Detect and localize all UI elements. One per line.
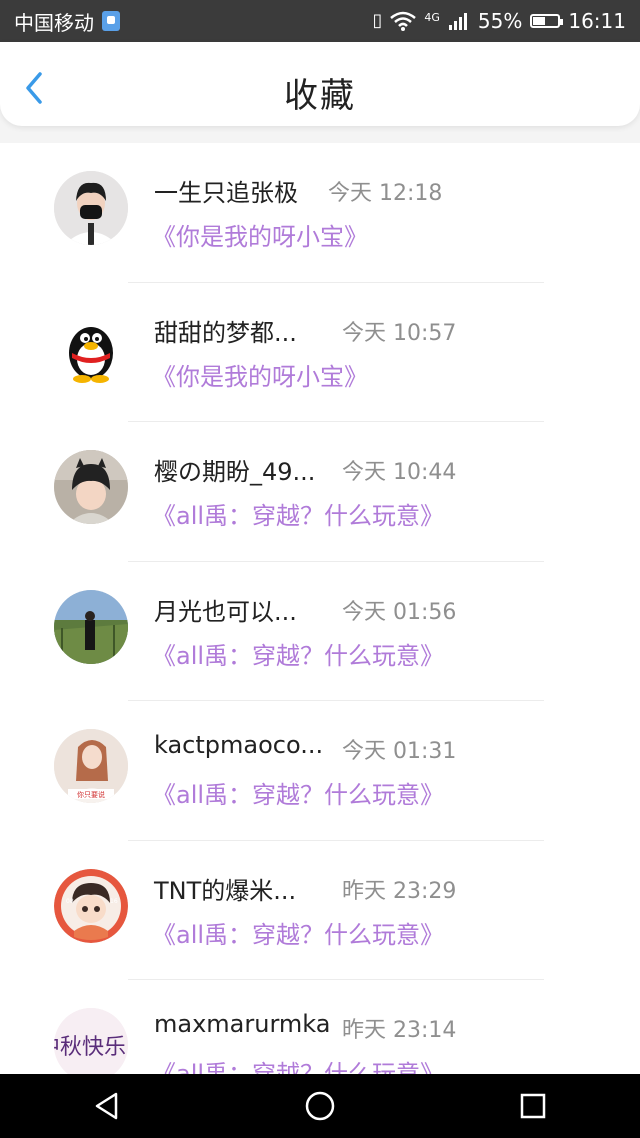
list-item[interactable]: 中秋快乐 maxmarurmka 昨天 23:14 《all禹：穿越？什么玩意》 [0,980,640,1074]
avatar [54,589,128,664]
clock: 16:11 [568,9,626,33]
wifi-icon [390,11,417,31]
avatar-caption: 中秋快乐 [54,1035,126,1060]
user-name: maxmarurmka [154,1010,331,1038]
user-name: 樱の期盼_49... [154,458,316,486]
svg-text:08: 08 [66,898,74,905]
book-title: 《all禹：穿越？什么玩意》 [152,781,445,809]
list-item[interactable]: 一生只追张极 今天 12:18 《你是我的呀小宝》 [0,143,640,283]
qq-penguin-icon [69,326,113,383]
avatar-girl-photo: 你只要说 [54,729,128,803]
book-title: 《all禹：穿越？什么玩意》 [152,641,445,670]
user-name: 甜甜的梦都... [154,318,297,347]
svg-text:16: 16 [110,898,118,905]
avatar-boy-mask [54,171,128,245]
list-item[interactable]: 你只要说 kactpmaoco... 今天 01:31 《all禹：穿越？什么玩… [0,701,640,841]
book-title: 《你是我的呀小宝》 [152,223,368,251]
list-item[interactable]: 08 16 TNT的爆米... 昨天 23:29 《all禹：穿越？什么玩意》 [0,841,640,980]
user-name: kactpmaoco... [154,731,324,759]
security-shield-icon [102,11,120,31]
back-triangle-icon [95,1092,117,1120]
avatar: 你只要说 [54,729,128,803]
carrier-label: 中国移动 [14,10,94,35]
system-nav-bar [0,1074,640,1138]
timestamp: 今天 01:31 [342,739,457,764]
timestamp: 昨天 23:14 [342,1018,457,1043]
avatar [54,171,128,245]
book-title: 《你是我的呀小宝》 [152,362,368,391]
battery-icon [530,14,564,28]
timestamp: 昨天 23:29 [342,878,457,904]
avatar-man-field [54,589,128,664]
avatar-cartoon-boy: 08 16 [54,868,128,943]
signal-icon [448,13,467,30]
book-title: 《all禹：穿越？什么玩意》 [152,1060,445,1074]
svg-text:你只要说: 你只要说 [77,790,105,799]
network-type-label: 4G [424,11,440,24]
battery-percent: 55% [477,9,523,33]
avatar-mid-autumn: 中秋快乐 [54,1008,128,1074]
user-name: TNT的爆米... [154,876,297,905]
book-title: 《all禹：穿越？什么玩意》 [152,502,445,530]
page-title: 收藏 [284,76,356,116]
nav-home-button[interactable] [288,1074,352,1138]
avatar: 08 16 [54,868,128,943]
book-title: 《all禹：穿越？什么玩意》 [152,920,445,949]
avatar [54,450,128,524]
header: 收藏 [0,42,640,126]
avatar [54,310,128,385]
user-name: 一生只追张极 [154,179,298,207]
timestamp: 今天 10:57 [342,320,457,346]
avatar: 中秋快乐 [54,1008,128,1074]
status-bar: 中国移动 ▯ 4G 55% 16:11 [0,0,640,42]
list-item[interactable]: 樱の期盼_49... 今天 10:44 《all禹：穿越？什么玩意》 [0,422,640,562]
avatar-child-hat [54,450,128,524]
timestamp: 今天 01:56 [342,599,457,625]
timestamp: 今天 10:44 [342,460,457,485]
list-item[interactable]: 月光也可以... 今天 01:56 《all禹：穿越？什么玩意》 [0,562,640,701]
favorites-list: 一生只追张极 今天 12:18 《你是我的呀小宝》 甜甜的梦都... 今天 10… [0,143,640,1074]
battery-fill [533,17,546,25]
vibrate-icon: ▯ [372,10,383,31]
home-circle-icon [305,1091,335,1121]
timestamp: 今天 12:18 [328,181,443,206]
nav-recents-button[interactable] [501,1074,565,1138]
user-name: 月光也可以... [154,597,297,626]
nav-back-button[interactable] [75,1074,139,1138]
recents-square-icon [521,1093,546,1119]
list-item[interactable]: 甜甜的梦都... 今天 10:57 《你是我的呀小宝》 [0,283,640,422]
